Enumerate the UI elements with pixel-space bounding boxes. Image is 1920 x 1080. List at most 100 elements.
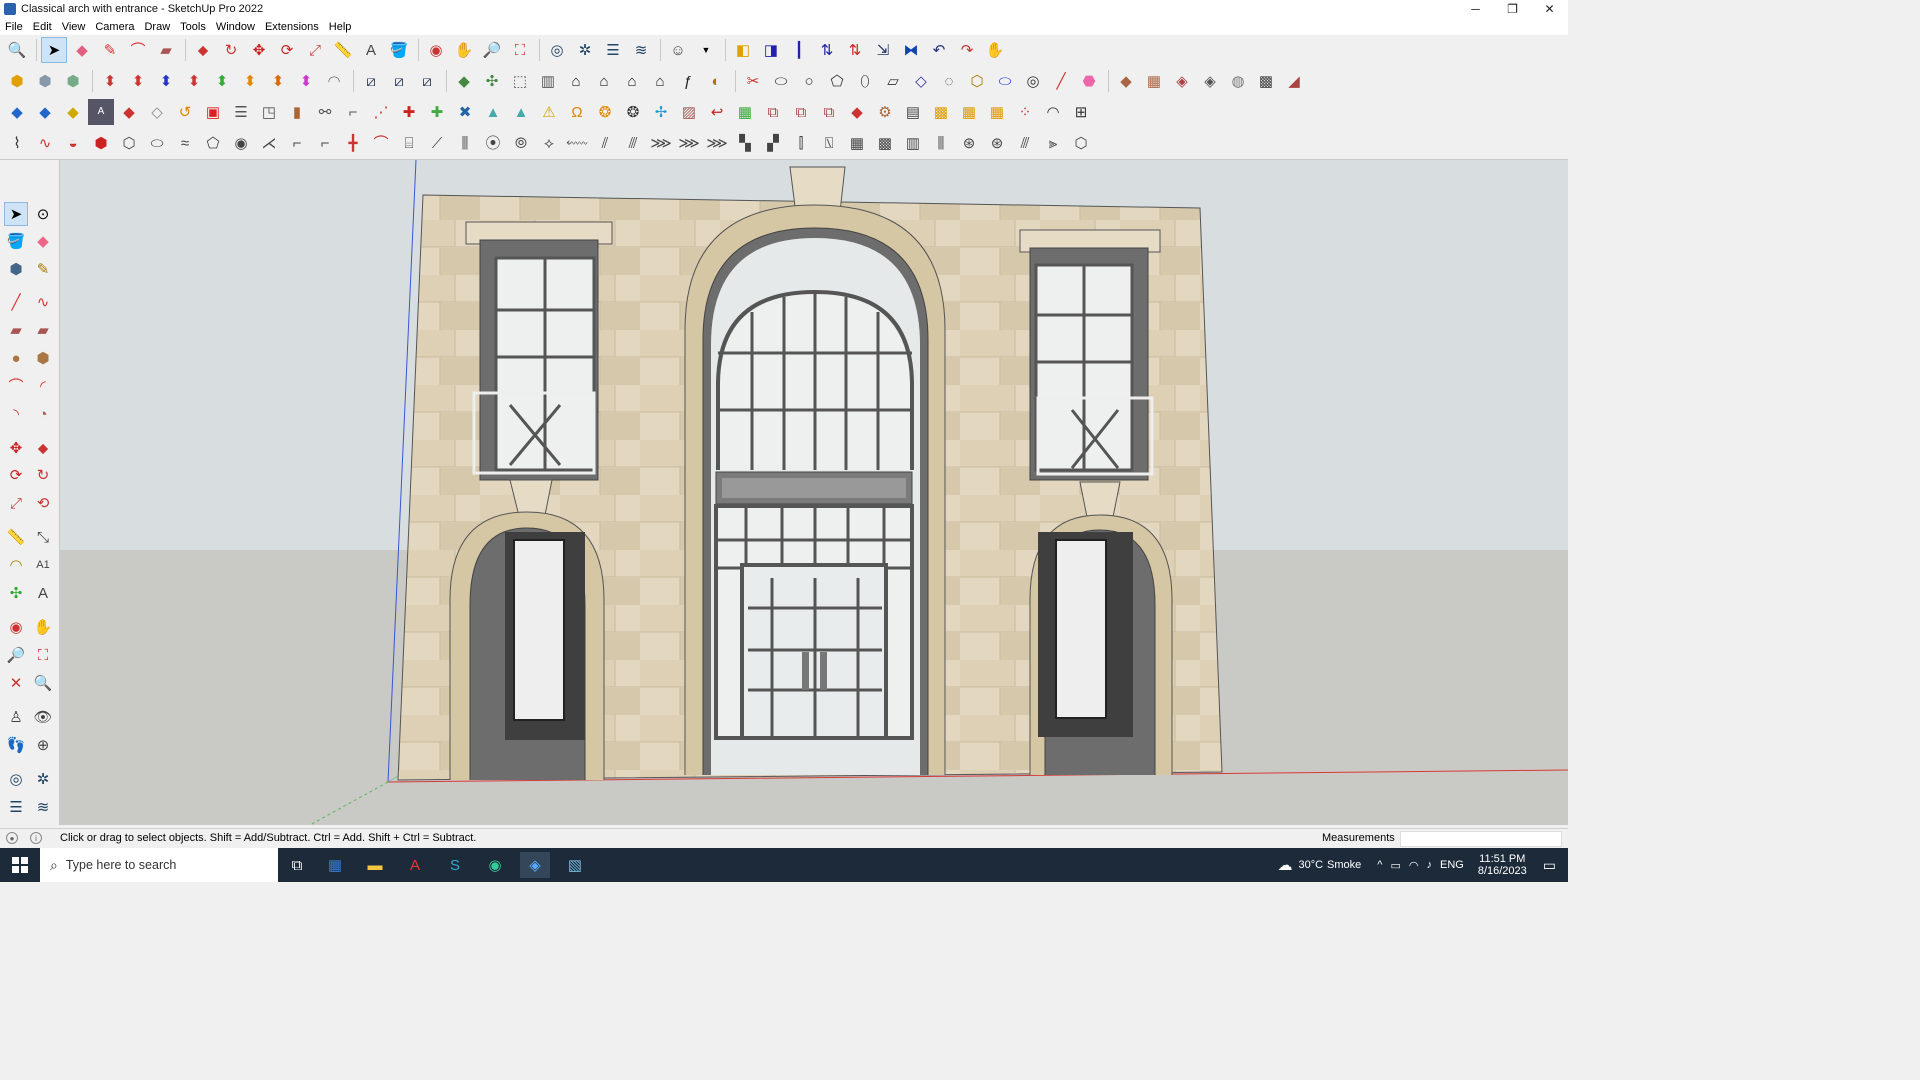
flip-red-icon[interactable]: ⇅ bbox=[842, 37, 868, 63]
layers-icon[interactable]: ☰ bbox=[600, 37, 626, 63]
rotate-icon[interactable]: ⟳ bbox=[274, 37, 300, 63]
wire-34-icon[interactable]: ⫸ bbox=[1040, 130, 1066, 156]
tape-measure-icon[interactable]: 📏 bbox=[330, 37, 356, 63]
wire-17-icon[interactable]: ⬳ bbox=[564, 130, 590, 156]
green-shape-2-icon[interactable]: ✣ bbox=[479, 68, 505, 94]
wire-33-icon[interactable]: ⫻ bbox=[1012, 130, 1038, 156]
pie-icon[interactable]: ◔ bbox=[31, 402, 55, 426]
freehand-icon[interactable]: ∿ bbox=[31, 290, 55, 314]
wire-31-icon[interactable]: ⊛ bbox=[956, 130, 982, 156]
box-red-icon[interactable]: ◆ bbox=[844, 99, 870, 125]
paint-bucket-icon[interactable]: 🪣 bbox=[386, 37, 412, 63]
compass-icon[interactable]: ✢ bbox=[648, 99, 674, 125]
shape-tool-10-icon[interactable]: ◎ bbox=[1020, 68, 1046, 94]
wood-icon[interactable]: ▮ bbox=[284, 99, 310, 125]
extension-left-icon[interactable]: ✲ bbox=[31, 767, 55, 791]
wire-25-icon[interactable]: ⫿ bbox=[788, 130, 814, 156]
texture-icon[interactable]: ▦ bbox=[1141, 68, 1167, 94]
house-outline-icon[interactable]: ⌂ bbox=[619, 68, 645, 94]
house-3-icon[interactable]: ⌂ bbox=[647, 68, 673, 94]
lines-icon[interactable]: ☰ bbox=[228, 99, 254, 125]
lasso-icon[interactable]: ⊙ bbox=[31, 202, 55, 226]
app-grid-icon[interactable]: ▧ bbox=[560, 852, 590, 878]
bezier-icon[interactable]: ∿ bbox=[32, 130, 58, 156]
rotated-rectangle-icon[interactable]: ▰ bbox=[31, 318, 55, 342]
modeling-viewport[interactable] bbox=[60, 160, 1568, 825]
menu-window[interactable]: Window bbox=[211, 21, 260, 33]
grid-orange-2-icon[interactable]: ▦ bbox=[984, 99, 1010, 125]
wire-32-icon[interactable]: ⊛ bbox=[984, 130, 1010, 156]
shape-tool-2-icon[interactable]: ○ bbox=[796, 68, 822, 94]
red-square-icon[interactable]: ▣ bbox=[200, 99, 226, 125]
protractor-icon[interactable]: ◠ bbox=[4, 553, 28, 577]
solid-tools-icon[interactable]: ⇲ bbox=[870, 37, 896, 63]
account-icon[interactable]: ☺ bbox=[665, 37, 691, 63]
copy-icon[interactable]: ⧉ bbox=[816, 99, 842, 125]
section-cut-icon[interactable]: ◨ bbox=[758, 37, 784, 63]
rotate-left-icon[interactable]: ⟳ bbox=[4, 463, 28, 487]
edge-icon[interactable]: ◉ bbox=[480, 852, 510, 878]
rectangle-icon[interactable]: ▰ bbox=[153, 37, 179, 63]
plus-red-icon[interactable]: ✚ bbox=[396, 99, 422, 125]
acrobat-icon[interactable]: A bbox=[400, 852, 430, 878]
box-icon[interactable]: ⬚ bbox=[507, 68, 533, 94]
shape-tool-7-icon[interactable]: ◌ bbox=[936, 68, 962, 94]
eraser-2-icon[interactable]: ⬣ bbox=[1076, 68, 1102, 94]
calculator-icon[interactable]: ▦ bbox=[320, 852, 350, 878]
orbit-icon[interactable]: ◉ bbox=[423, 37, 449, 63]
wire-28-icon[interactable]: ▩ bbox=[872, 130, 898, 156]
grey-face-icon[interactable]: ◇ bbox=[144, 99, 170, 125]
group-icon[interactable]: ⬢ bbox=[32, 68, 58, 94]
menu-draw[interactable]: Draw bbox=[139, 21, 175, 33]
tag-icon[interactable]: ✎ bbox=[31, 257, 55, 281]
zoom-icon[interactable]: 🔎 bbox=[479, 37, 505, 63]
walk-icon[interactable]: 👣 bbox=[4, 733, 28, 757]
wire-3-icon[interactable]: ≈ bbox=[172, 130, 198, 156]
corner-icon[interactable]: ⌐ bbox=[340, 99, 366, 125]
move-icon[interactable]: ✥ bbox=[246, 37, 272, 63]
wire-35-icon[interactable]: ⬡ bbox=[1068, 130, 1094, 156]
layout-icon[interactable]: ☰ bbox=[4, 795, 28, 819]
menu-camera[interactable]: Camera bbox=[90, 21, 139, 33]
align-red-icon[interactable]: ⬍ bbox=[181, 68, 207, 94]
pan-icon[interactable]: ✋ bbox=[451, 37, 477, 63]
redo-icon[interactable]: ↷ bbox=[954, 37, 980, 63]
start-button[interactable] bbox=[0, 848, 40, 882]
task-view-icon[interactable]: ⧉ bbox=[282, 852, 312, 878]
align-blue-icon[interactable]: ⬍ bbox=[153, 68, 179, 94]
wifi-icon[interactable]: ◠ bbox=[1409, 859, 1419, 872]
offset-icon[interactable]: ⟲ bbox=[31, 491, 55, 515]
slash-tool-2-icon[interactable]: ⧄ bbox=[386, 68, 412, 94]
wire-14-icon[interactable]: ⦿ bbox=[480, 130, 506, 156]
stairs-2-icon[interactable]: ⧉ bbox=[788, 99, 814, 125]
text-left-icon[interactable]: A1 bbox=[31, 553, 55, 577]
close-button[interactable]: ✕ bbox=[1531, 0, 1568, 18]
display-icon[interactable]: ▭ bbox=[1390, 859, 1400, 872]
dropdown-chevron-icon[interactable]: ▼ bbox=[693, 37, 719, 63]
scale-icon[interactable]: ⤢ bbox=[302, 37, 328, 63]
shape-tool-5-icon[interactable]: ▱ bbox=[880, 68, 906, 94]
paint-bucket-left-icon[interactable]: 🪣 bbox=[4, 229, 28, 253]
house-2-icon[interactable]: ⌂ bbox=[591, 68, 617, 94]
green-shape-icon[interactable]: ◆ bbox=[451, 68, 477, 94]
wire-16-icon[interactable]: ⟡ bbox=[536, 130, 562, 156]
flip-along-icon[interactable]: ⇅ bbox=[814, 37, 840, 63]
zoom-window-icon[interactable]: ⛶ bbox=[31, 643, 55, 667]
align-icon[interactable]: ⬍ bbox=[125, 68, 151, 94]
line-icon[interactable]: ╱ bbox=[4, 290, 28, 314]
wire-8-icon[interactable]: ⌐ bbox=[312, 130, 338, 156]
zoom-extents-icon[interactable]: ⛶ bbox=[507, 37, 533, 63]
cone-icon[interactable]: ▲ bbox=[480, 99, 506, 125]
loop-icon[interactable]: Ω bbox=[564, 99, 590, 125]
rotate-orange-icon[interactable]: ↺ bbox=[172, 99, 198, 125]
polyline-icon[interactable]: ⋰ bbox=[368, 99, 394, 125]
plane-blue-icon[interactable]: ◆ bbox=[4, 99, 30, 125]
make-component-icon[interactable]: ⬢ bbox=[4, 257, 28, 281]
wire-30-icon[interactable]: ⫼ bbox=[928, 130, 954, 156]
table-icon[interactable]: ▤ bbox=[900, 99, 926, 125]
align-orange2-icon[interactable]: ⬍ bbox=[265, 68, 291, 94]
knife-icon[interactable]: ✂ bbox=[740, 68, 766, 94]
wire-5-icon[interactable]: ◉ bbox=[228, 130, 254, 156]
grid-green-icon[interactable]: ▦ bbox=[732, 99, 758, 125]
wire-18-icon[interactable]: ⫽ bbox=[592, 130, 618, 156]
